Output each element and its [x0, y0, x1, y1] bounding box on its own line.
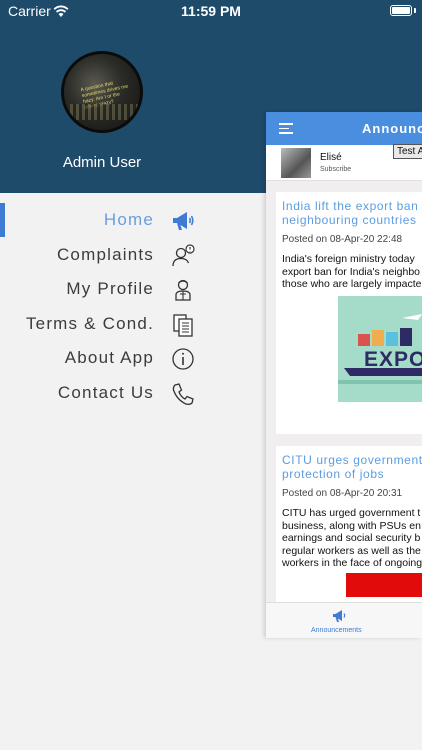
announcement-date: Posted on 08-Apr-20 22:48: [282, 234, 403, 245]
battery-icon: [390, 5, 412, 16]
menu-item-label: About App: [64, 348, 154, 368]
announcement-body: CITU has urged government t business, al…: [282, 507, 422, 569]
info-icon: [172, 348, 194, 371]
navigation-bar: Announcements: [266, 112, 422, 145]
drawer-menu: Home Complaints My Profile Terms & Cond.: [0, 203, 266, 411]
hamburger-menu-icon[interactable]: [279, 123, 293, 134]
profile-name: Elisé: [320, 152, 342, 163]
announcement-title[interactable]: CITU urges government protection of jobs: [282, 453, 422, 481]
battery-tip: [414, 8, 416, 13]
announcement-title[interactable]: India lift the export ban for neighbouri…: [282, 199, 422, 227]
menu-item-label: Home: [103, 210, 154, 229]
menu-item-terms[interactable]: Terms & Cond.: [0, 307, 266, 342]
avatar[interactable]: A question that sometimes drives me hazy…: [61, 51, 143, 133]
menu-item-label: Terms & Cond.: [25, 313, 154, 333]
menu-item-label: Contact Us: [57, 382, 154, 402]
announcement-card[interactable]: India lift the export ban for neighbouri…: [276, 192, 422, 434]
complaint-user-icon: [172, 243, 195, 266]
phone-icon: [172, 383, 194, 405]
announcement-date: Posted on 08-Apr-20 20:31: [282, 488, 403, 499]
announcement-card[interactable]: CITU urges government protection of jobs…: [276, 446, 422, 606]
main-panel[interactable]: Announcements Elisé Subscribe Test Ac In…: [266, 112, 422, 638]
status-bar: Carrier 11:59 PM: [0, 0, 422, 24]
image-caption: EXPO: [364, 348, 422, 371]
menu-item-home[interactable]: Home: [0, 203, 266, 238]
tooltip: Test Ac: [393, 144, 422, 159]
profile-thumbnail: [281, 148, 311, 178]
menu-item-my-profile[interactable]: My Profile: [0, 272, 266, 307]
page-title: Announcements: [362, 121, 422, 136]
menu-item-contact-us[interactable]: Contact Us: [0, 376, 266, 411]
menu-item-about-app[interactable]: About App: [0, 341, 266, 376]
user-name: Admin User: [62, 154, 142, 171]
tab-bar: Announcements: [266, 602, 422, 638]
subscribe-link[interactable]: Subscribe: [320, 166, 351, 173]
megaphone-icon[interactable]: [332, 609, 348, 623]
megaphone-icon: [173, 212, 194, 230]
menu-item-complaints[interactable]: Complaints: [0, 238, 266, 273]
menu-item-label: Complaints: [56, 244, 154, 264]
profile-icon: [175, 280, 191, 301]
menu-item-label: My Profile: [66, 279, 154, 299]
clock: 11:59 PM: [181, 3, 241, 19]
announcement-body: India's foreign ministry today export ba…: [282, 253, 422, 290]
documents-icon: [173, 314, 193, 337]
avatar-decoration: [70, 104, 140, 120]
announcement-image: [346, 573, 422, 597]
active-indicator: [0, 203, 5, 237]
announcement-image: EXPO: [338, 296, 422, 402]
tab-announcements[interactable]: Announcements: [311, 627, 362, 634]
